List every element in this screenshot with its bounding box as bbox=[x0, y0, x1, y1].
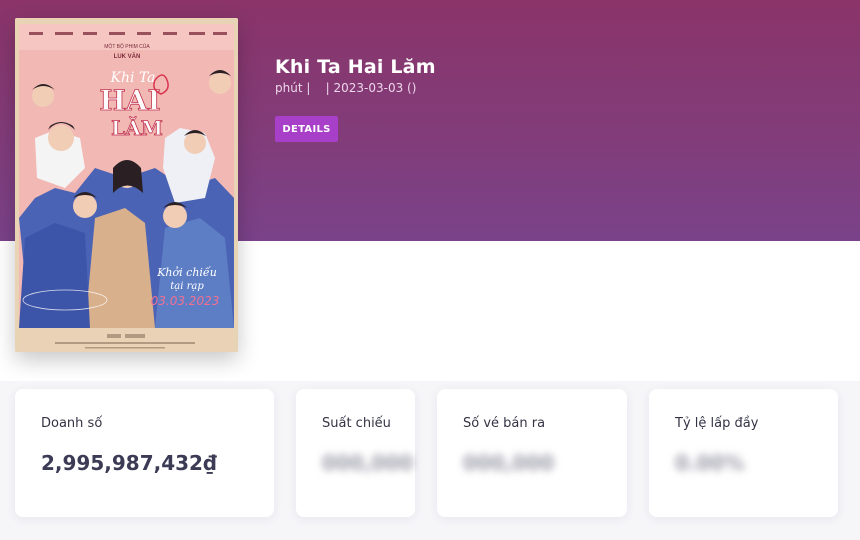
stat-label: Tỷ lệ lấp đầy bbox=[675, 416, 759, 431]
stat-value: 0.00% bbox=[675, 451, 745, 475]
poster-release-line1: Khởi chiếu bbox=[156, 266, 217, 279]
stat-label: Suất chiếu bbox=[322, 416, 391, 431]
poster-title-bottom: LĂM bbox=[111, 115, 163, 140]
stat-card-occupancy: Tỷ lệ lấp đầy 0.00% bbox=[649, 389, 838, 517]
stat-value: 2,995,987,432₫ bbox=[41, 451, 217, 475]
poster-release-date: 03.03.2023 bbox=[151, 294, 220, 308]
details-button[interactable]: DETAILS bbox=[275, 116, 338, 142]
movie-meta: phút | | 2023-03-03 () bbox=[275, 81, 417, 95]
stat-label: Doanh số bbox=[41, 416, 103, 431]
poster-title-main: HAI bbox=[99, 84, 160, 117]
movie-poster: MỘT BỘ PHIM CỦA LUK VĂN Khi Ta HAI LĂM K… bbox=[15, 18, 238, 352]
stat-label: Số vé bán ra bbox=[463, 416, 546, 431]
stat-card-showtimes: Suất chiếu 000,000 bbox=[296, 389, 415, 517]
poster-director-caption: MỘT BỘ PHIM CỦA bbox=[104, 43, 150, 50]
poster-director: LUK VĂN bbox=[114, 53, 141, 60]
stat-value: 000,000 bbox=[463, 451, 555, 475]
movie-title: Khi Ta Hai Lăm bbox=[275, 56, 436, 78]
stat-card-revenue: Doanh số 2,995,987,432₫ bbox=[15, 389, 274, 517]
stat-value: 000,000 bbox=[322, 451, 414, 475]
poster-release-line2: tại rạp bbox=[170, 281, 204, 292]
stat-card-tickets-sold: Số vé bán ra 000,000 bbox=[437, 389, 627, 517]
